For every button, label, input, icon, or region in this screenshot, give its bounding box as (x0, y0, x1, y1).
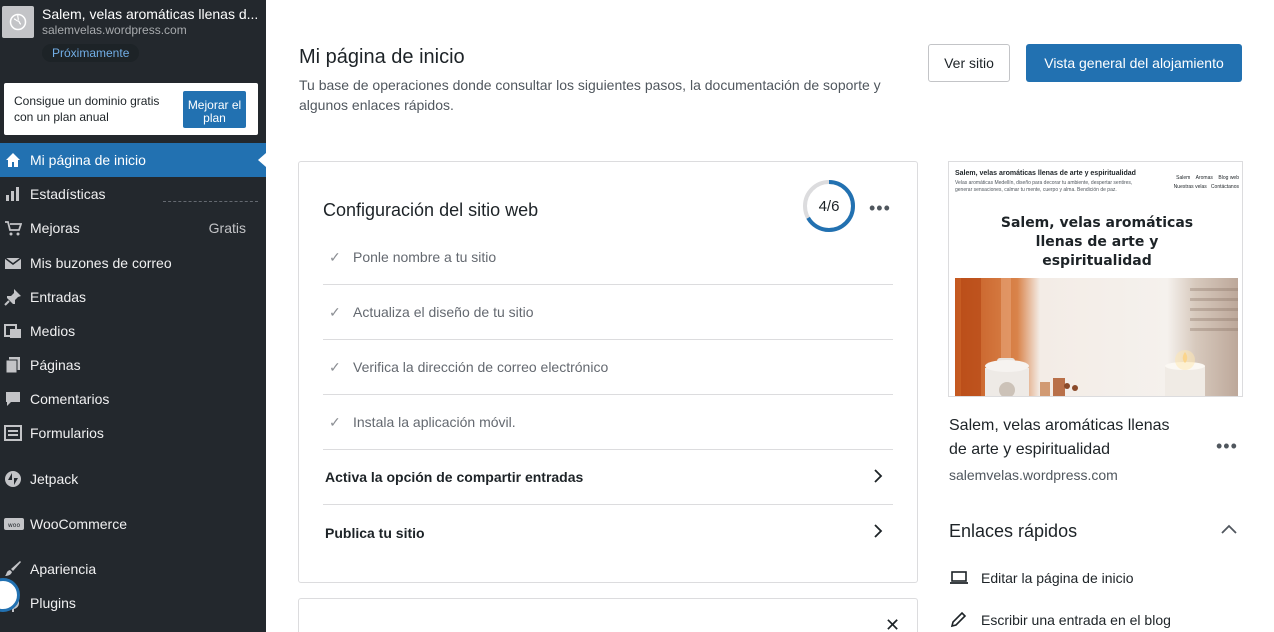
sidebar-item-label: Apariencia (30, 561, 97, 577)
close-icon[interactable]: ✕ (885, 615, 900, 632)
preview-tagline: Velas aromáticas Medellín, diseño para d… (955, 180, 1133, 193)
stats-icon (0, 185, 30, 203)
task-item[interactable]: ✓ Ponle nombre a tu sitio (323, 230, 893, 285)
sidebar-item-comments[interactable]: Comentarios (0, 382, 266, 416)
preview-nav: Salem Aromas Blog web Nuestras velas Con… (1173, 175, 1239, 190)
site-name: Salem, velas aromáticas llenas d... (42, 6, 259, 22)
free-label: Gratis (208, 220, 246, 236)
svg-text:woo: woo (8, 522, 21, 529)
comment-icon (0, 390, 30, 408)
sidebar-item-label: Páginas (30, 357, 81, 373)
secondary-card: ✕ (298, 598, 918, 632)
sidebar-item-label: Comentarios (30, 391, 110, 407)
task-label: Publica tu sitio (325, 524, 425, 541)
jetpack-icon (0, 470, 30, 488)
quick-links-title: Enlaces rápidos (949, 521, 1078, 541)
home-icon (0, 151, 30, 169)
site-title: Salem, velas aromáticas llenas de arte y… (949, 417, 1170, 458)
sidebar-item-mailboxes[interactable]: Mis buzones de correo (0, 246, 266, 280)
sidebar-item-label: Jetpack (30, 471, 79, 487)
chevron-right-icon (873, 524, 893, 541)
sidebar-item-posts[interactable]: Entradas (0, 280, 266, 314)
sidebar-item-media[interactable]: Medios (0, 314, 266, 348)
status-badge: Próximamente (42, 44, 140, 62)
site-setup-card: Configuración del sitio web 4/6 ••• ✓ Po… (298, 161, 918, 583)
sidebar-item-label: Medios (30, 323, 76, 339)
sidebar: Salem, velas aromáticas llenas d... sale… (0, 0, 266, 632)
task-label: Verifica la dirección de correo electrón… (353, 359, 609, 375)
brush-icon (0, 560, 30, 578)
task-label: Ponle nombre a tu sitio (353, 249, 497, 265)
sidebar-item-label: WooCommerce (30, 516, 127, 532)
sidebar-item-stats[interactable]: Estadísticas (0, 177, 266, 211)
site-url: salemvelas.wordpress.com (42, 23, 187, 37)
pin-icon (0, 288, 30, 306)
preview-site-name: Salem, velas aromáticas llenas de arte y… (955, 170, 1136, 177)
task-item[interactable]: Activa la opción de compartir entradas (323, 450, 893, 505)
hosting-overview-button[interactable]: Vista general del alojamiento (1026, 44, 1242, 82)
laptop-icon (949, 570, 981, 586)
sidebar-item-pages[interactable]: Páginas (0, 348, 266, 382)
site-header[interactable]: Salem, velas aromáticas llenas d... sale… (0, 0, 266, 72)
divider (163, 201, 258, 202)
chevron-up-icon[interactable] (1220, 522, 1238, 540)
check-icon: ✓ (329, 358, 341, 375)
sidebar-item-label: Mi página de inicio (30, 152, 146, 168)
globe-icon (2, 6, 34, 38)
sidebar-item-jetpack[interactable]: Jetpack (0, 462, 266, 496)
check-icon: ✓ (329, 303, 341, 320)
task-item[interactable]: ✓ Instala la aplicación móvil. (323, 395, 893, 450)
task-label: Activa la opción de compartir entradas (325, 469, 584, 485)
check-icon: ✓ (329, 248, 341, 265)
woo-icon: woo (0, 516, 30, 532)
quick-link-label: Escribir una entrada en el blog (981, 612, 1171, 628)
task-label: Instala la aplicación móvil. (353, 414, 516, 430)
sidebar-item-home[interactable]: Mi página de inicio (0, 143, 266, 177)
sidebar-item-label: Estadísticas (30, 186, 106, 202)
task-item[interactable]: ✓ Actualiza el diseño de tu sitio (323, 285, 893, 340)
upgrade-plan-button[interactable]: Mejorar el plan (183, 91, 246, 128)
sidebar-item-label: Mis buzones de correo (30, 255, 172, 271)
cart-icon (0, 219, 30, 237)
quick-link-label: Editar la página de inicio (981, 570, 1134, 586)
media-icon (0, 322, 30, 340)
mail-icon (0, 254, 30, 272)
forms-icon (0, 424, 30, 442)
progress-text: 4/6 (818, 198, 840, 215)
promo-text: Consigue un dominio gratis con un plan a… (14, 94, 160, 124)
quick-link-write-post[interactable]: Escribir una entrada en el blog (949, 611, 1171, 629)
pencil-icon (949, 611, 981, 629)
page-description: Tu base de operaciones donde consultar l… (299, 77, 881, 113)
site-preview[interactable]: Salem, velas aromáticas llenas de arte y… (948, 161, 1243, 397)
site-url[interactable]: salemvelas.wordpress.com (949, 467, 1118, 483)
more-options-icon[interactable]: ••• (1216, 436, 1238, 457)
pages-icon (0, 356, 30, 374)
upgrade-promo: Consigue un dominio gratis con un plan a… (4, 83, 258, 135)
page-title: Mi página de inicio (299, 46, 465, 68)
quick-link-edit-homepage[interactable]: Editar la página de inicio (949, 570, 1134, 586)
sidebar-item-label: Formularios (30, 425, 104, 441)
more-options-icon[interactable]: ••• (869, 198, 891, 219)
card-title: Configuración del sitio web (323, 200, 539, 220)
sidebar-item-label: Entradas (30, 289, 87, 305)
preview-headline: Salem, velas aromáticas llenas de arte y… (1000, 215, 1194, 269)
sidebar-item-woocommerce[interactable]: woo WooCommerce (0, 507, 266, 541)
sidebar-item-label: Mejoras (30, 220, 80, 236)
sidebar-item-forms[interactable]: Formularios (0, 416, 266, 450)
preview-hero-image (955, 278, 1238, 396)
sidebar-item-upgrades[interactable]: Mejoras Gratis (0, 211, 266, 245)
task-item[interactable]: ✓ Verifica la dirección de correo electr… (323, 340, 893, 395)
check-icon: ✓ (329, 413, 341, 430)
main-content: Mi página de inicio Tu base de operacion… (266, 0, 1274, 632)
task-label: Actualiza el diseño de tu sitio (353, 304, 534, 320)
view-site-button[interactable]: Ver sitio (928, 44, 1010, 82)
task-item[interactable]: Publica tu sitio (323, 505, 893, 560)
chevron-right-icon (873, 468, 893, 486)
sidebar-item-appearance[interactable]: Apariencia (0, 552, 266, 586)
sidebar-item-label: Plugins (30, 595, 76, 611)
sidebar-item-plugins[interactable]: Plugins (0, 586, 266, 620)
